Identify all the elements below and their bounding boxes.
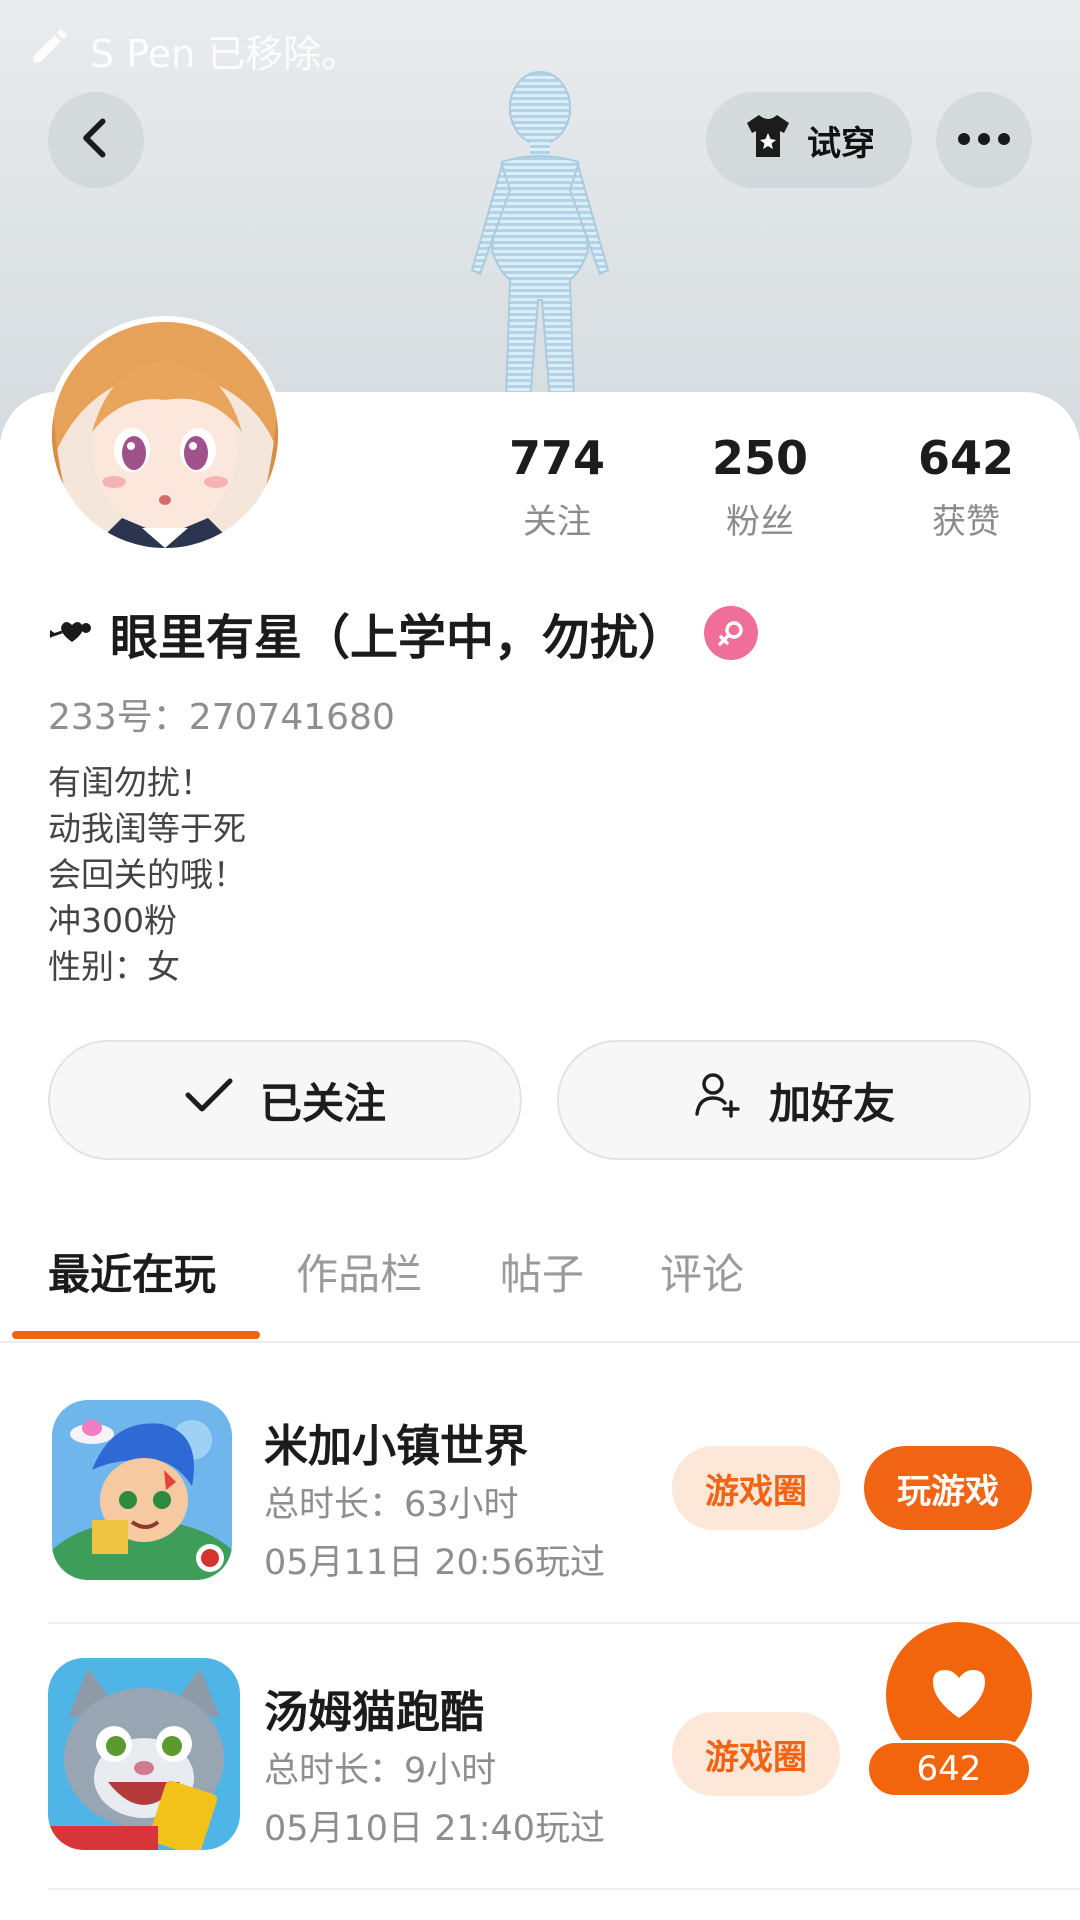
like-count-badge: 642 bbox=[866, 1740, 1032, 1798]
game-list-item[interactable]: 米加小镇世界 总时长：63小时 05月11日 20:56玩过 游戏圈 玩游戏 bbox=[0, 1358, 1080, 1622]
spen-notice: S Pen 已移除。 bbox=[28, 24, 359, 76]
more-button[interactable] bbox=[936, 92, 1032, 188]
chevron-left-icon bbox=[79, 118, 113, 162]
pen-icon bbox=[28, 24, 72, 77]
more-dots-icon bbox=[956, 131, 1012, 150]
user-id: 233号：270741680 bbox=[48, 697, 395, 738]
tab-recently-played[interactable]: 最近在玩 bbox=[48, 1235, 216, 1315]
game-playtime: 总时长：63小时 bbox=[264, 1485, 519, 1525]
add-friend-button[interactable]: 加好友 bbox=[557, 1040, 1031, 1160]
following-button[interactable]: 已关注 bbox=[48, 1040, 522, 1160]
game-last-played: 05月10日 21:40玩过 bbox=[264, 1809, 606, 1849]
bio-line: 冲300粉 bbox=[48, 901, 177, 940]
bio-line: 动我闺等于死 bbox=[48, 809, 246, 848]
profile-tabs: 最近在玩 作品栏 帖子 评论 bbox=[0, 1235, 1080, 1345]
back-button[interactable] bbox=[48, 92, 144, 188]
game-last-played: 05月11日 20:56玩过 bbox=[264, 1543, 606, 1583]
bio-line: 会回关的哦！ bbox=[48, 855, 246, 894]
tab-comments[interactable]: 评论 bbox=[660, 1235, 744, 1315]
checkmark-icon bbox=[184, 1075, 234, 1125]
game-circle-button[interactable]: 游戏圈 bbox=[672, 1446, 840, 1530]
row-divider bbox=[48, 1888, 1080, 1890]
likes-count: 642 bbox=[917, 431, 1015, 485]
bio-line: 有闺勿扰！ bbox=[48, 763, 213, 802]
profile-stats: 774 关注 250 粉丝 642 获赞 bbox=[0, 430, 1080, 550]
miga-town-game-icon bbox=[52, 1400, 232, 1580]
following-count: 774 bbox=[508, 431, 606, 485]
game-title: 汤姆猫跑酷 bbox=[264, 1687, 484, 1738]
tab-posts[interactable]: 帖子 bbox=[500, 1235, 584, 1315]
game-title: 米加小镇世界 bbox=[264, 1421, 528, 1472]
try-on-button[interactable]: 试穿 bbox=[706, 92, 912, 188]
bio-line: 性别：女 bbox=[48, 947, 180, 986]
profile-name: 眼里有星（上学中，勿扰） bbox=[110, 610, 687, 666]
followers-stat[interactable]: 250 粉丝 bbox=[670, 430, 850, 544]
heart-icon bbox=[929, 1666, 989, 1724]
play-game-button[interactable]: 玩游戏 bbox=[864, 1446, 1032, 1530]
followers-label: 粉丝 bbox=[726, 502, 794, 542]
add-user-icon bbox=[693, 1070, 743, 1130]
add-friend-button-label: 加好友 bbox=[768, 1078, 895, 1128]
profile-bio: 有闺勿扰！ 动我闺等于死 会回关的哦！ 冲300粉 性别：女 bbox=[48, 760, 246, 990]
following-label: 关注 bbox=[523, 502, 591, 542]
following-button-label: 已关注 bbox=[259, 1078, 386, 1128]
likes-stat[interactable]: 642 获赞 bbox=[876, 430, 1056, 544]
female-icon bbox=[704, 606, 759, 660]
tab-works[interactable]: 作品栏 bbox=[296, 1235, 422, 1315]
followers-count: 250 bbox=[711, 431, 809, 485]
following-stat[interactable]: 774 关注 bbox=[467, 430, 647, 544]
like-floating-button[interactable]: 642 bbox=[866, 1622, 1032, 1798]
game-circle-button[interactable]: 游戏圈 bbox=[672, 1712, 840, 1796]
active-tab-indicator bbox=[12, 1331, 260, 1339]
tabs-divider bbox=[0, 1341, 1080, 1343]
tshirt-icon bbox=[743, 113, 793, 168]
likes-label: 获赞 bbox=[932, 502, 1000, 542]
game-playtime: 总时长：9小时 bbox=[264, 1751, 497, 1791]
avatar-figure-silhouette bbox=[470, 71, 610, 400]
name-row: 眼里有星（上学中，勿扰） bbox=[48, 598, 759, 668]
spen-notice-text: S Pen 已移除。 bbox=[90, 31, 360, 76]
try-on-label: 试穿 bbox=[807, 123, 875, 164]
talking-tom-game-icon bbox=[48, 1658, 240, 1850]
heart-arrow-icon bbox=[48, 616, 92, 650]
